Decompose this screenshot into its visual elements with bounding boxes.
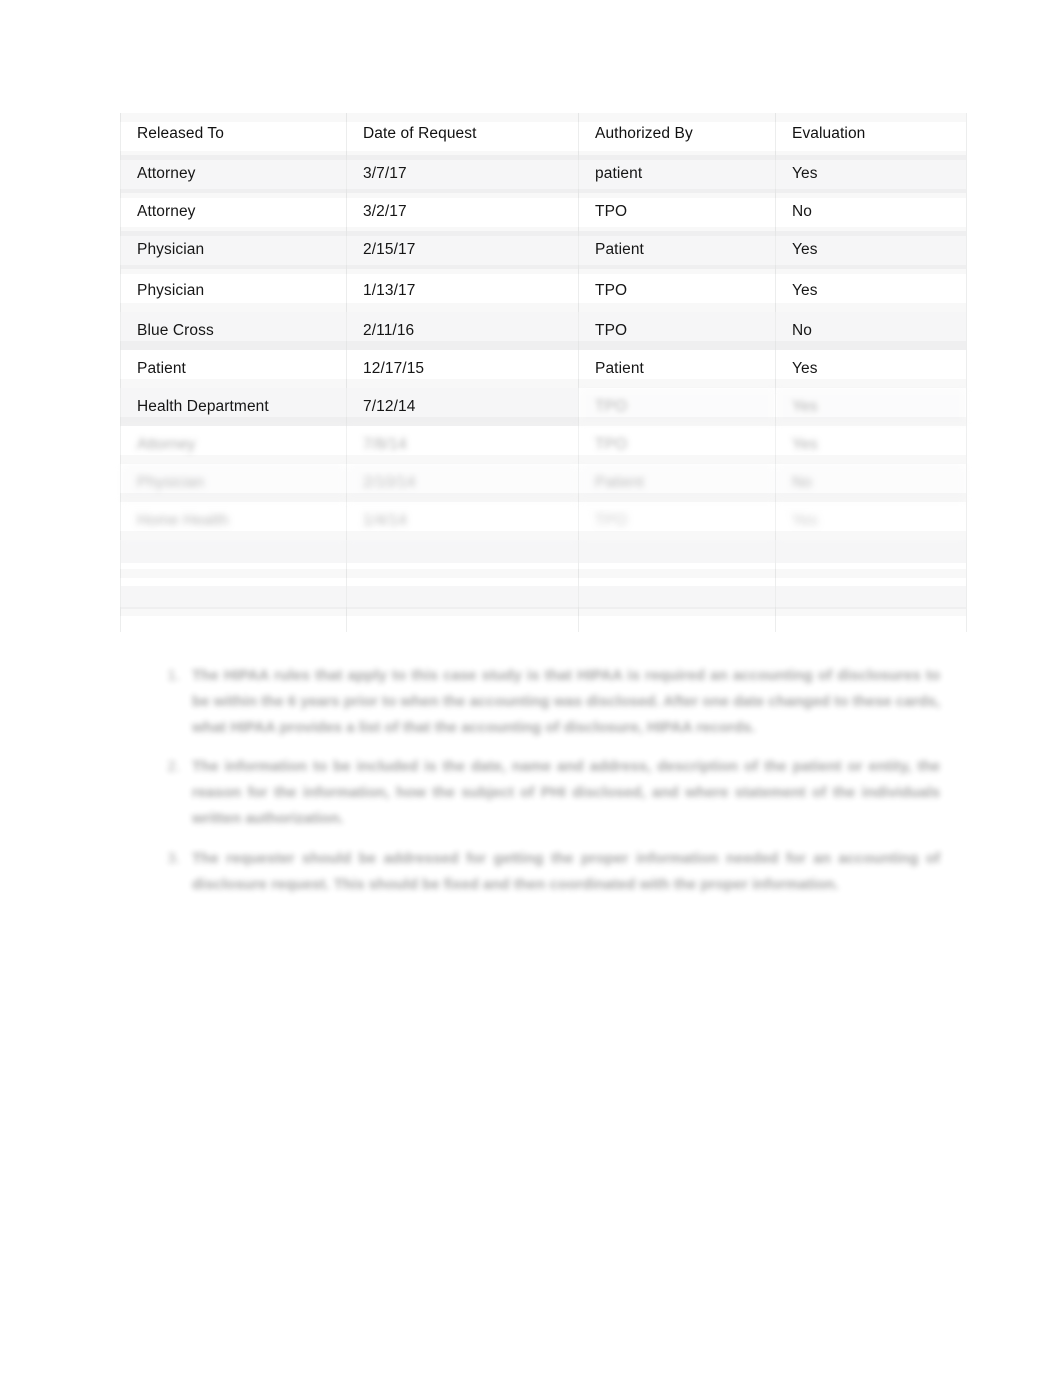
cell-released-to: Attorney	[120, 193, 347, 231]
cell-date-of-request	[346, 540, 579, 563]
cell-released-to: Physician	[120, 231, 347, 269]
cell-date-of-request: 12/17/15	[346, 350, 579, 388]
cell-date-of-request	[346, 586, 579, 609]
cell-evaluation: No	[775, 193, 967, 231]
accounting-of-disclosures-table: Released To Date of Request Authorized B…	[120, 113, 967, 632]
list-item-marker: 1.	[167, 667, 180, 684]
cell-released-to	[120, 540, 347, 563]
table-row: Attorney 3/2/17 TPO No	[120, 193, 967, 231]
cell-evaluation: Yes	[775, 502, 967, 540]
table-row: Blue Cross 2/11/16 TPO No	[120, 312, 967, 350]
column-header-date-of-request: Date of Request	[346, 113, 579, 155]
list-item: 2. The information to be included is the…	[150, 754, 940, 831]
cell-evaluation: Yes	[775, 155, 967, 193]
list-item-text: The requester should be addressed for ge…	[192, 849, 940, 893]
cell-authorized-by: TPO	[578, 193, 776, 231]
cell-released-to: Attorney	[120, 155, 347, 193]
cell-date-of-request: 1/4/14	[346, 502, 579, 540]
cell-authorized-by	[578, 540, 776, 563]
table-row: Attorney 3/7/17 patient Yes	[120, 155, 967, 193]
column-header-evaluation: Evaluation	[775, 113, 967, 155]
table-row-empty	[120, 609, 967, 632]
table-row: Health Department 7/12/14 TPO Yes	[120, 388, 967, 426]
cell-evaluation: Yes	[775, 426, 967, 464]
cell-authorized-by: Patient	[578, 464, 776, 502]
cell-evaluation: Yes	[775, 350, 967, 388]
cell-released-to: Blue Cross	[120, 312, 347, 350]
cell-authorized-by: TPO	[578, 388, 776, 426]
cell-date-of-request: 2/11/16	[346, 312, 579, 350]
cell-evaluation: Yes	[775, 269, 967, 312]
cell-authorized-by: TPO	[578, 312, 776, 350]
column-header-authorized-by: Authorized By	[578, 113, 776, 155]
table-row: Physician 1/13/17 TPO Yes	[120, 269, 967, 312]
cell-date-of-request: 1/13/17	[346, 269, 579, 312]
cell-authorized-by: TPO	[578, 269, 776, 312]
table-row-empty	[120, 586, 967, 609]
cell-evaluation	[775, 586, 967, 609]
list-item-marker: 3.	[167, 849, 180, 867]
cell-authorized-by: TPO	[578, 502, 776, 540]
list-item-marker: 2.	[167, 758, 180, 776]
cell-authorized-by	[578, 586, 776, 609]
cell-authorized-by: TPO	[578, 426, 776, 464]
cell-authorized-by	[578, 563, 776, 586]
list-item: 3. The requester should be addressed for…	[150, 846, 940, 898]
cell-released-to: Health Department	[120, 388, 347, 426]
cell-date-of-request: 2/15/17	[346, 231, 579, 269]
table-container: Released To Date of Request Authorized B…	[120, 113, 967, 632]
cell-evaluation	[775, 563, 967, 586]
table-row: Home Health 1/4/14 TPO Yes	[120, 502, 967, 540]
table-row-empty	[120, 563, 967, 586]
cell-evaluation: No	[775, 312, 967, 350]
cell-released-to: Home Health	[120, 502, 347, 540]
cell-released-to: Attorney	[120, 426, 347, 464]
table-row: Patient 12/17/15 Patient Yes	[120, 350, 967, 388]
table-row: Attorney 7/8/14 TPO Yes	[120, 426, 967, 464]
cell-date-of-request: 3/7/17	[346, 155, 579, 193]
cell-date-of-request: 7/12/14	[346, 388, 579, 426]
cell-released-to: Physician	[120, 464, 347, 502]
cell-authorized-by: Patient	[578, 231, 776, 269]
cell-date-of-request: 3/2/17	[346, 193, 579, 231]
cell-date-of-request	[346, 609, 579, 632]
document-page: Released To Date of Request Authorized B…	[0, 0, 1062, 1377]
cell-authorized-by: Patient	[578, 350, 776, 388]
cell-released-to: Patient	[120, 350, 347, 388]
table-row: Physician 2/15/17 Patient Yes	[120, 231, 967, 269]
cell-evaluation: Yes	[775, 388, 967, 426]
cell-date-of-request: 7/8/14	[346, 426, 579, 464]
cell-evaluation	[775, 609, 967, 632]
list-item-text: The HIPAA rules that apply to this case …	[192, 667, 940, 736]
cell-evaluation: No	[775, 464, 967, 502]
numbered-notes-list: 1. The HIPAA rules that apply to this ca…	[150, 663, 940, 911]
table-header-row: Released To Date of Request Authorized B…	[120, 113, 967, 155]
cell-released-to	[120, 563, 347, 586]
cell-date-of-request: 2/10/14	[346, 464, 579, 502]
cell-evaluation: Yes	[775, 231, 967, 269]
table-row: Physician 2/10/14 Patient No	[120, 464, 967, 502]
cell-date-of-request	[346, 563, 579, 586]
column-header-released-to: Released To	[120, 113, 347, 155]
list-item-text: The information to be included is the da…	[192, 758, 940, 827]
cell-released-to: Physician	[120, 269, 347, 312]
cell-released-to	[120, 609, 347, 632]
cell-authorized-by	[578, 609, 776, 632]
cell-released-to	[120, 586, 347, 609]
cell-authorized-by: patient	[578, 155, 776, 193]
table-row-empty	[120, 540, 967, 563]
list-item: 1. The HIPAA rules that apply to this ca…	[150, 663, 940, 740]
cell-evaluation	[775, 540, 967, 563]
